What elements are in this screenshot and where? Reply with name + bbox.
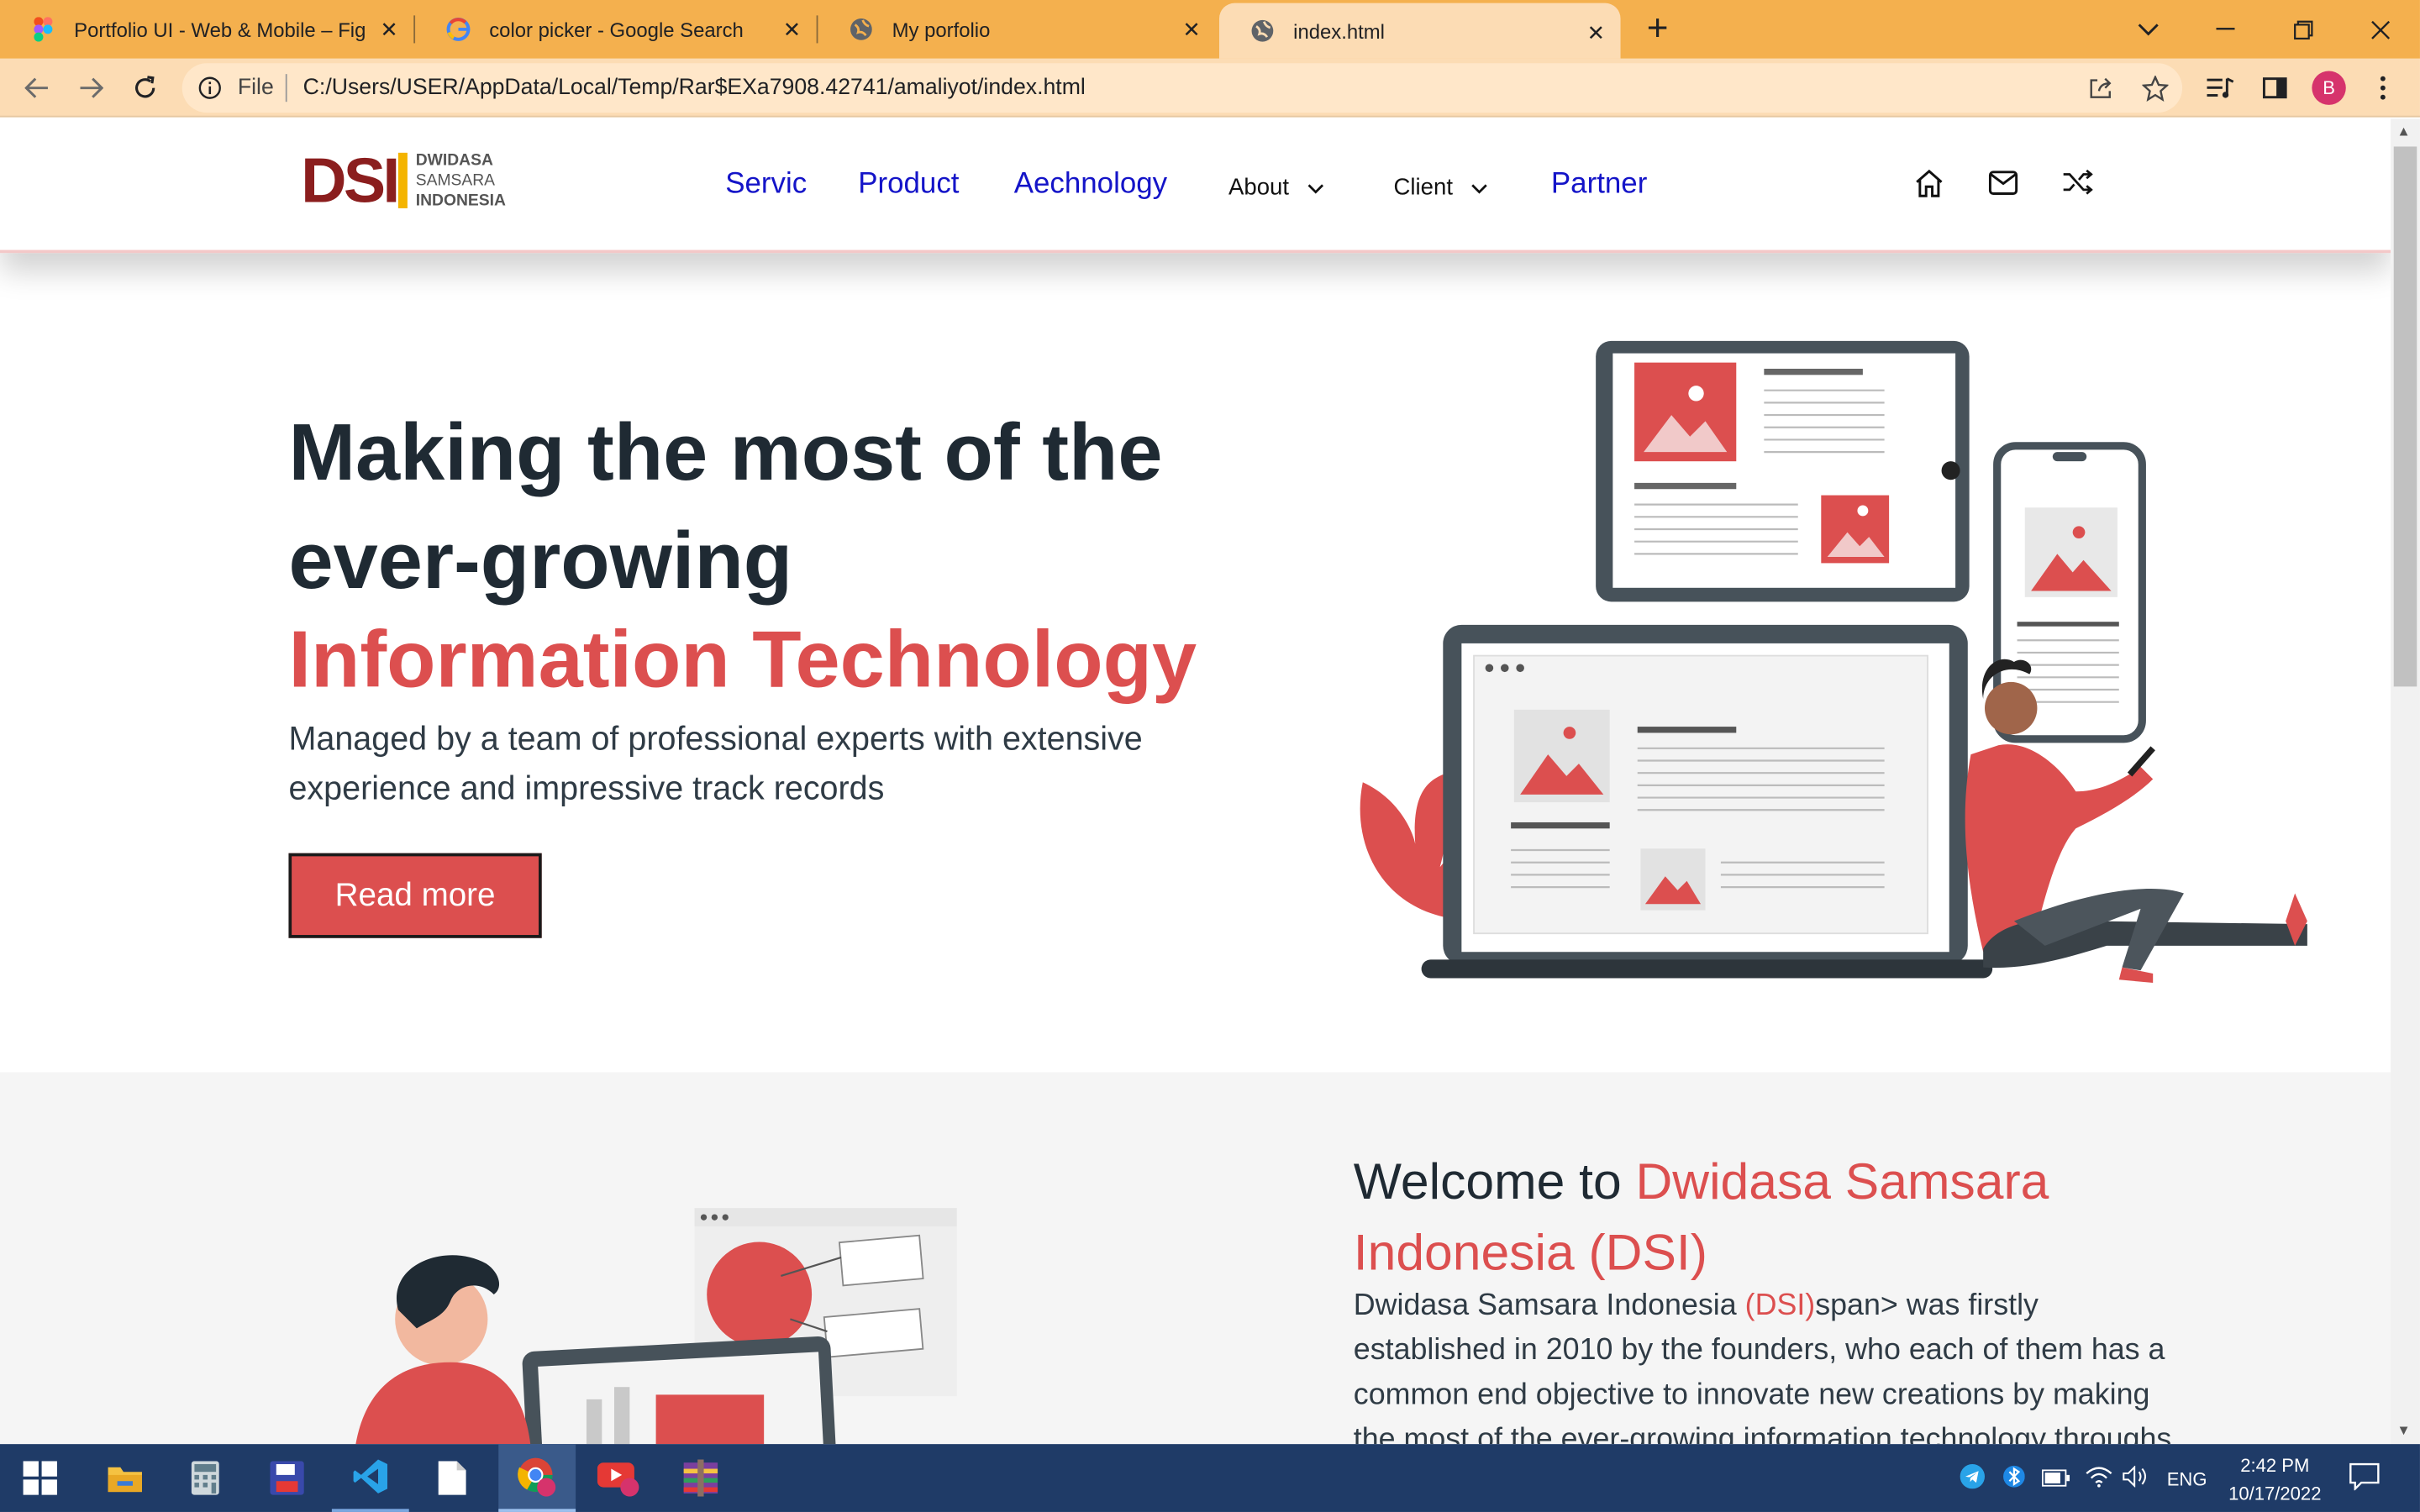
info-icon[interactable] bbox=[197, 76, 222, 100]
nav-dropdown-label: About bbox=[1228, 174, 1290, 201]
forward-icon[interactable] bbox=[72, 70, 109, 107]
scrollbar-thumb[interactable] bbox=[2393, 146, 2417, 687]
read-more-button[interactable]: Read more bbox=[288, 853, 542, 938]
web-page: DSI DWIDASA SAMSARA INDONESIA Servic Pro… bbox=[0, 118, 2391, 1445]
about-paragraph: Dwidasa Samsara Indonesia (DSI)span> was… bbox=[1353, 1284, 2195, 1445]
scroll-down-icon[interactable]: ▼ bbox=[2396, 1422, 2410, 1437]
file-explorer-icon[interactable] bbox=[87, 1444, 164, 1512]
side-panel-icon[interactable] bbox=[2256, 70, 2293, 107]
close-icon[interactable]: ✕ bbox=[783, 17, 802, 43]
chevron-down-icon bbox=[1307, 176, 1324, 198]
telegram-icon[interactable] bbox=[1960, 1464, 1985, 1497]
address-url[interactable]: C:/Users/USER/AppData/Local/Temp/Rar$EXa… bbox=[303, 76, 1086, 100]
bookmark-star-icon[interactable] bbox=[2136, 70, 2173, 107]
more-menu-icon[interactable] bbox=[2365, 70, 2402, 107]
nav-dropdown-about[interactable]: About bbox=[1228, 175, 1324, 201]
logo-line: SAMSARA bbox=[415, 170, 496, 189]
bluetooth-icon[interactable] bbox=[2003, 1464, 2025, 1497]
windows-start-icon[interactable] bbox=[2, 1444, 79, 1512]
tab-my-porfolio[interactable]: My porfolio ✕ bbox=[818, 0, 1216, 59]
about-highlight: (DSI) bbox=[1744, 1288, 1816, 1323]
youtube-icon[interactable] bbox=[581, 1444, 658, 1512]
vscode-icon[interactable] bbox=[331, 1444, 409, 1512]
tab-figma[interactable]: Portfolio UI - Web & Mobile – Fig ✕ bbox=[0, 0, 413, 59]
restore-icon[interactable] bbox=[2284, 11, 2321, 48]
site-logo[interactable]: DSI DWIDASA SAMSARA INDONESIA bbox=[301, 146, 506, 214]
volume-icon[interactable] bbox=[2122, 1465, 2149, 1495]
mail-icon[interactable] bbox=[1988, 170, 2019, 203]
welcome-prefix: Welcome to bbox=[1353, 1152, 1636, 1210]
winrar-icon[interactable] bbox=[662, 1444, 739, 1512]
scroll-up-icon[interactable]: ▲ bbox=[2396, 123, 2410, 139]
close-window-icon[interactable] bbox=[2361, 11, 2398, 48]
nav-link-servic[interactable]: Servic bbox=[725, 168, 807, 202]
tab-title: My porfolio bbox=[892, 18, 991, 41]
address-scheme: File bbox=[237, 75, 274, 101]
battery-icon[interactable] bbox=[2041, 1467, 2070, 1495]
reload-icon[interactable] bbox=[127, 70, 164, 107]
back-icon[interactable] bbox=[18, 70, 55, 107]
minimize-icon[interactable] bbox=[2207, 11, 2244, 48]
chrome-icon[interactable] bbox=[498, 1444, 576, 1512]
developer-illustration bbox=[355, 1208, 957, 1445]
logo-line: DWIDASA bbox=[415, 150, 493, 170]
tab-title: index.html bbox=[1293, 18, 1385, 43]
clock-date: 10/17/2022 bbox=[2228, 1483, 2322, 1504]
nav-dropdown-client[interactable]: Client bbox=[1394, 175, 1489, 201]
globe-icon bbox=[1250, 18, 1275, 43]
nav-link-partner[interactable]: Partner bbox=[1551, 168, 1647, 202]
chevron-down-icon[interactable] bbox=[2130, 11, 2167, 48]
figma-icon bbox=[31, 17, 55, 42]
logo-text: DWIDASA SAMSARA INDONESIA bbox=[416, 150, 506, 211]
hero-devices-illustration bbox=[1360, 340, 2307, 983]
address-bar[interactable]: File C:/Users/USER/AppData/Local/Temp/Ra… bbox=[182, 63, 2183, 113]
logo-mark: DSI bbox=[301, 144, 400, 217]
notification-icon[interactable] bbox=[2349, 1462, 2380, 1498]
clock[interactable]: 2:42 PM 10/17/2022 bbox=[2224, 1452, 2326, 1507]
nav-link-aechnology[interactable]: Aechnology bbox=[1014, 168, 1167, 202]
divider bbox=[286, 74, 288, 102]
logo-bar bbox=[398, 152, 408, 208]
profile-initial: B bbox=[2312, 71, 2346, 105]
chevron-down-icon bbox=[1471, 176, 1488, 198]
welcome-section: Welcome to Dwidasa Samsara Indonesia (DS… bbox=[0, 1072, 2391, 1445]
new-tab-button[interactable]: + bbox=[1639, 8, 1676, 50]
nav-link-product[interactable]: Product bbox=[858, 168, 959, 202]
save-disk-icon[interactable] bbox=[249, 1444, 326, 1512]
notepad-icon[interactable] bbox=[413, 1444, 491, 1512]
tab-title: color picker - Google Search bbox=[489, 18, 744, 41]
tab-index-html[interactable]: index.html ✕ bbox=[1218, 3, 1621, 59]
tab-title: Portfolio UI - Web & Mobile – Fig bbox=[74, 18, 366, 41]
share-icon[interactable] bbox=[2082, 70, 2119, 107]
hero-highlight: Information Technology bbox=[288, 615, 1197, 706]
close-icon[interactable]: ✕ bbox=[1587, 20, 1606, 46]
hero-subtitle: Managed by a team of professional expert… bbox=[288, 720, 1143, 807]
language-indicator[interactable]: ENG bbox=[2167, 1469, 2207, 1491]
about-text: Dwidasa Samsara Indonesia bbox=[1353, 1288, 1745, 1323]
calculator-icon[interactable] bbox=[166, 1444, 244, 1512]
nav-dropdown-label: Client bbox=[1393, 174, 1453, 201]
shuffle-icon[interactable] bbox=[2062, 169, 2093, 203]
avatar[interactable]: B bbox=[2311, 70, 2348, 107]
site-navbar: DSI DWIDASA SAMSARA INDONESIA Servic Pro… bbox=[0, 118, 2391, 254]
logo-line: INDONESIA bbox=[415, 190, 506, 209]
wifi-icon[interactable] bbox=[2085, 1466, 2112, 1495]
tab-google-search[interactable]: color picker - Google Search ✕ bbox=[415, 0, 817, 59]
hero-heading: Making the most of the ever-growing bbox=[288, 408, 1163, 606]
close-icon[interactable]: ✕ bbox=[1182, 17, 1201, 43]
close-icon[interactable]: ✕ bbox=[380, 17, 398, 43]
clock-time: 2:42 PM bbox=[2240, 1455, 2310, 1477]
media-control-icon[interactable] bbox=[2202, 70, 2239, 107]
globe-icon bbox=[849, 17, 873, 41]
home-icon[interactable] bbox=[1914, 168, 1945, 207]
google-icon bbox=[446, 17, 471, 41]
welcome-heading: Welcome to Dwidasa Samsara Indonesia (DS… bbox=[1354, 1147, 2187, 1289]
